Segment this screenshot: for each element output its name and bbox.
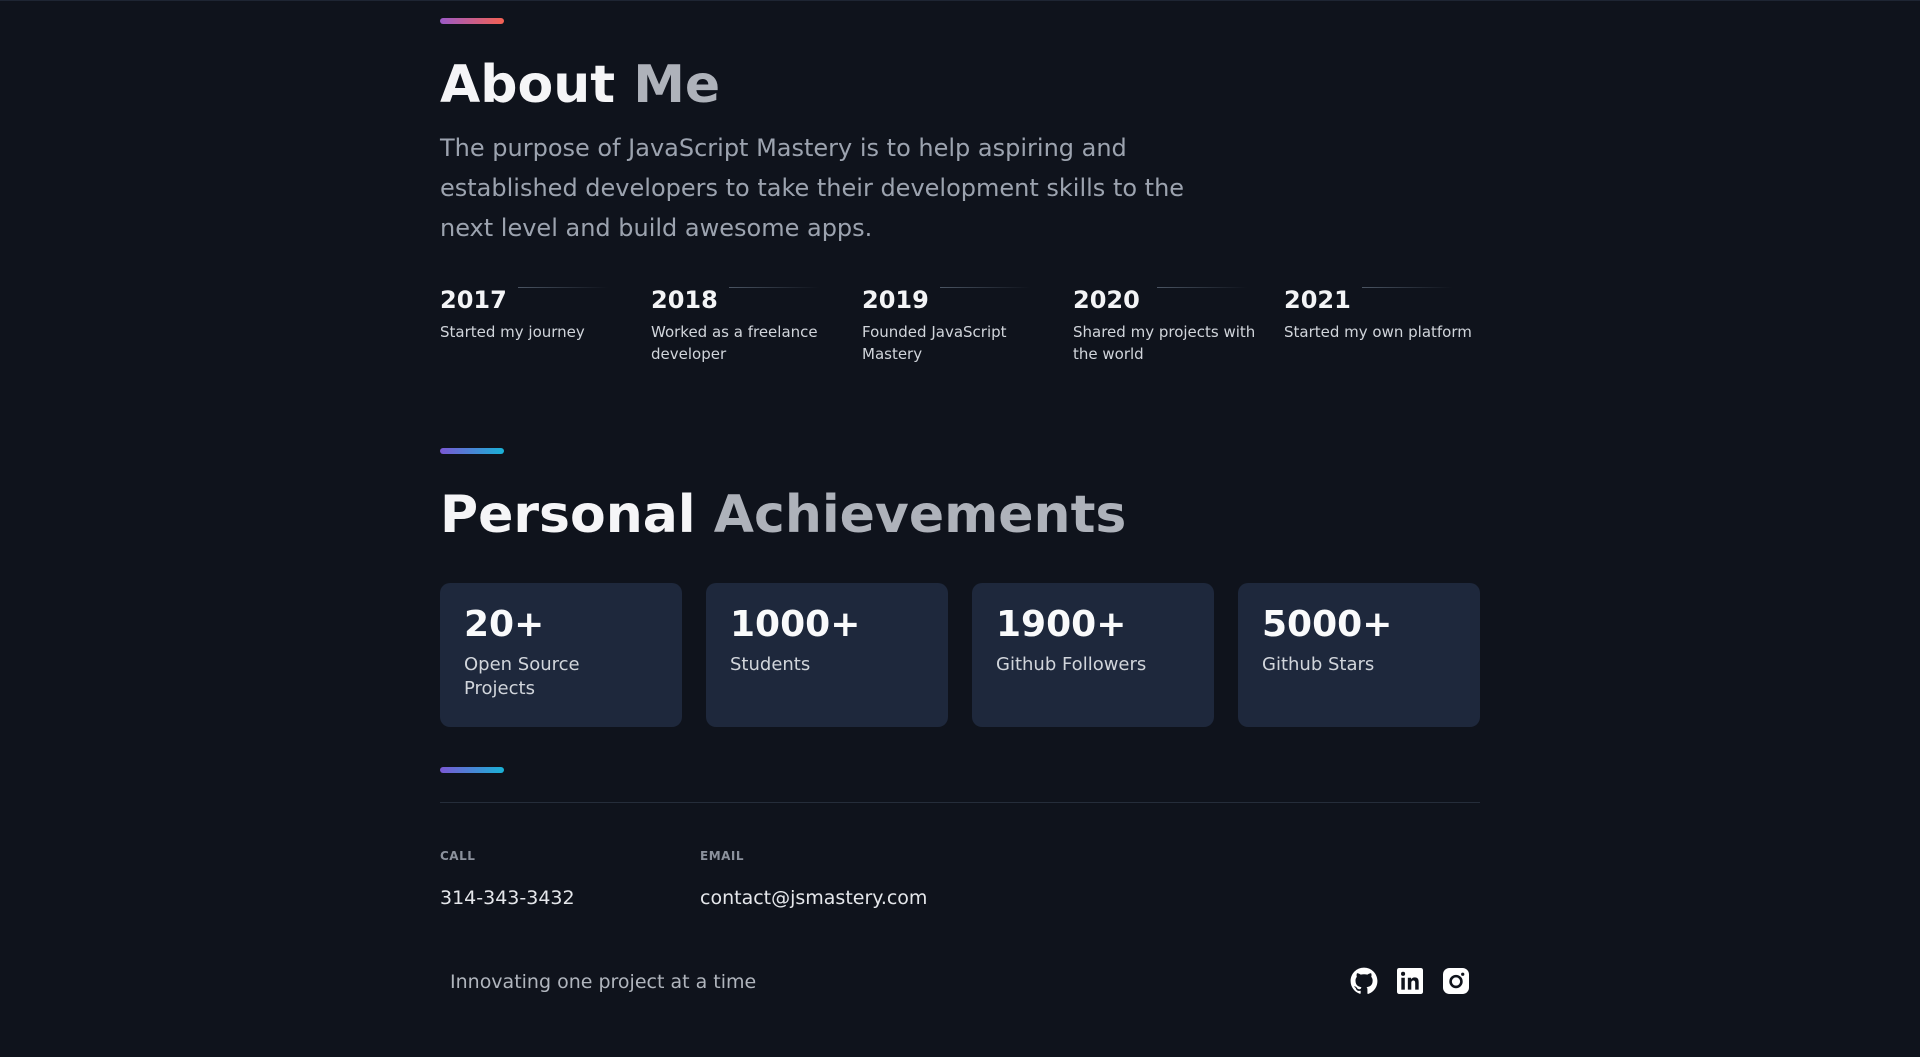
stats-cards: 20+ Open Source Projects 1000+ Students … <box>440 583 1480 727</box>
achievements-title-strong: Personal <box>440 485 696 545</box>
github-link[interactable] <box>1350 967 1378 995</box>
timeline-line <box>729 287 819 288</box>
phone-link[interactable]: 314-343-3432 <box>440 887 575 909</box>
timeline-year: 2021 <box>1284 286 1351 314</box>
stat-value: 5000+ <box>1262 604 1393 645</box>
instagram-icon <box>1443 968 1469 994</box>
contact-call: CALL 314-343-3432 <box>440 849 575 909</box>
about-title-strong: About <box>440 55 616 115</box>
timeline-year: 2017 <box>440 286 507 314</box>
instagram-link[interactable] <box>1442 967 1470 995</box>
timeline-line <box>1157 287 1247 288</box>
stat-value: 1000+ <box>730 604 861 645</box>
timeline-year: 2020 <box>1073 286 1140 314</box>
timeline-text: Started my own platform <box>1284 323 1472 341</box>
stat-label: Open Source Projects <box>464 654 580 699</box>
linkedin-icon <box>1397 968 1423 994</box>
achievements-title-muted: Achievements <box>713 485 1127 545</box>
page: About Me The purpose of JavaScript Maste… <box>0 0 1920 1057</box>
timeline-text: Started my journey <box>440 323 585 341</box>
footer-tagline: Innovating one project at a time <box>450 971 757 993</box>
timeline-year: 2018 <box>651 286 718 314</box>
stat-label: Students <box>730 654 811 675</box>
about-accent-bar <box>440 18 504 24</box>
timeline-item: 2021 Started my own platform <box>1284 281 1484 343</box>
stat-value: 1900+ <box>996 604 1127 645</box>
timeline-item: 2019 Founded JavaScript Mastery <box>862 281 1062 365</box>
timeline-text: Shared my projects with the world <box>1073 323 1256 363</box>
email-link[interactable]: contact@jsmastery.com <box>700 887 927 909</box>
timeline: 2017 Started my journey 2018 Worked as a… <box>440 281 1480 381</box>
stat-label: Github Stars <box>1262 654 1375 675</box>
stat-card: 1000+ Students <box>706 583 948 727</box>
timeline-item: 2020 Shared my projects with the world <box>1073 281 1273 365</box>
stat-label: Github Followers <box>996 654 1147 675</box>
timeline-item: 2018 Worked as a freelance developer <box>651 281 851 365</box>
stat-card: 5000+ Github Stars <box>1238 583 1480 727</box>
timeline-line <box>940 287 1030 288</box>
email-label: EMAIL <box>700 849 745 863</box>
contact-email: EMAIL contact@jsmastery.com <box>700 849 927 909</box>
timeline-text: Worked as a freelance developer <box>651 323 818 363</box>
footer-accent-bar <box>440 767 504 773</box>
timeline-line <box>1362 287 1452 288</box>
linkedin-link[interactable] <box>1396 967 1424 995</box>
stat-card: 20+ Open Source Projects <box>440 583 682 727</box>
call-label: CALL <box>440 849 476 863</box>
about-title: About Me <box>440 59 720 111</box>
achievements-accent-bar <box>440 448 504 454</box>
github-icon <box>1350 967 1378 994</box>
about-title-muted: Me <box>633 55 721 115</box>
about-description: The purpose of JavaScript Mastery is to … <box>440 134 1185 242</box>
timeline-text: Founded JavaScript Mastery <box>862 323 1007 363</box>
achievements-title: Personal Achievements <box>440 489 1126 541</box>
timeline-line <box>518 287 608 288</box>
timeline-year: 2019 <box>862 286 929 314</box>
timeline-item: 2017 Started my journey <box>440 281 640 343</box>
stat-card: 1900+ Github Followers <box>972 583 1214 727</box>
social-links <box>1350 967 1470 995</box>
stat-value: 20+ <box>464 604 545 645</box>
footer-divider <box>440 802 1480 803</box>
